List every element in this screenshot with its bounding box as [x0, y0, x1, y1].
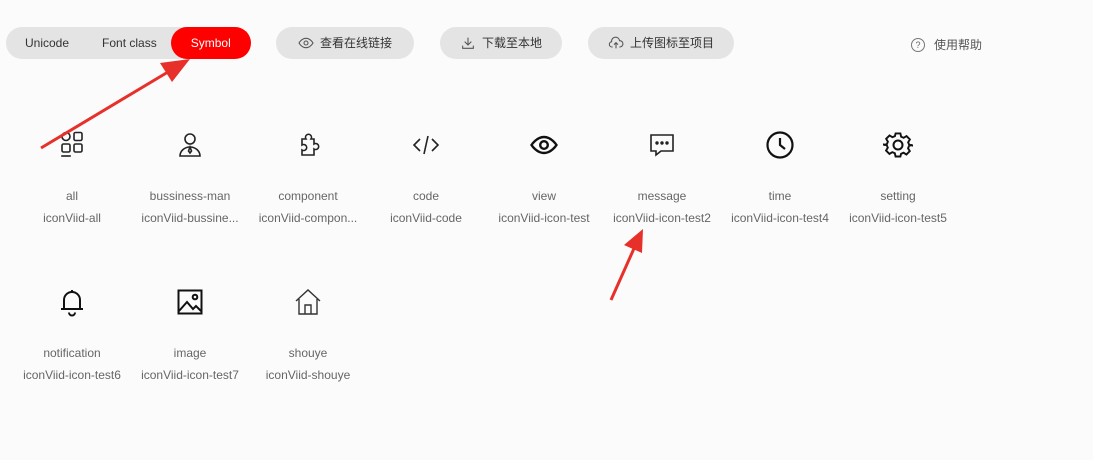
icon-item-time[interactable]: time iconViid-icon-test4 — [721, 127, 839, 225]
icon-code: iconViid-icon-test6 — [23, 368, 121, 382]
message-icon — [650, 134, 674, 157]
icon-name: setting — [880, 189, 916, 203]
icon-font-page: Unicode Font class Symbol 查看在线链接 下载至本地 上… — [0, 0, 1093, 460]
tab-symbol[interactable]: Symbol — [170, 27, 251, 59]
annotation-arrows — [40, 59, 643, 301]
tab-unicode[interactable]: Unicode — [6, 27, 88, 59]
clock-icon — [766, 131, 794, 159]
annotation-arrow-message — [609, 229, 643, 301]
icon-name: time — [768, 189, 792, 203]
icon-code: iconViid-code — [390, 211, 462, 225]
image-icon — [177, 289, 203, 315]
icon-code: iconViid-shouye — [265, 368, 351, 382]
icon-name: view — [531, 189, 556, 203]
help-circle-icon: ? — [911, 37, 925, 52]
business-man-icon — [179, 133, 201, 157]
icon-item-component[interactable]: component iconViid-compon... — [249, 127, 367, 225]
icon-code: iconViid-icon-test7 — [141, 368, 239, 382]
view-online-link-button[interactable]: 查看在线链接 — [276, 27, 414, 59]
icon-item-all[interactable]: all iconViid-all — [13, 127, 131, 225]
tab-font-class[interactable]: Font class — [88, 27, 171, 59]
icon-item-image[interactable]: image iconViid-icon-test7 — [131, 284, 249, 382]
gear-icon — [883, 132, 913, 158]
icon-name: message — [637, 189, 687, 203]
icon-name: code — [412, 189, 440, 203]
icon-name: bussiness-man — [149, 189, 231, 203]
eye-icon — [530, 135, 558, 155]
icon-name: component — [278, 189, 338, 203]
icon-item-view[interactable]: view iconViid-icon-test — [485, 127, 603, 225]
icon-code: iconViid-bussine... — [141, 211, 239, 225]
cloud-upload-icon — [608, 36, 624, 49]
format-tabs: Unicode Font class Symbol — [6, 27, 251, 59]
download-icon — [462, 37, 474, 49]
upload-label: 上传图标至项目 — [629, 36, 714, 50]
icon-code: iconViid-icon-test5 — [849, 211, 947, 225]
code-icon — [412, 135, 440, 155]
upload-button[interactable]: 上传图标至项目 — [588, 27, 734, 59]
download-button[interactable]: 下载至本地 — [440, 27, 562, 59]
help-link[interactable]: ? 使用帮助 — [911, 36, 982, 53]
bell-icon — [61, 290, 83, 317]
icon-code: iconViid-all — [43, 211, 101, 225]
view-online-label: 查看在线链接 — [319, 36, 392, 50]
grid-icon — [61, 131, 83, 157]
icon-item-bussiness-man[interactable]: bussiness-man iconViid-bussine... — [131, 127, 249, 225]
download-label: 下载至本地 — [481, 36, 542, 50]
icon-name: shouye — [288, 346, 328, 360]
home-icon — [295, 289, 321, 315]
puzzle-icon — [301, 133, 320, 156]
icon-code: iconViid-icon-test — [498, 211, 590, 225]
icon-item-code[interactable]: code iconViid-code — [367, 127, 485, 225]
help-label: 使用帮助 — [934, 38, 983, 52]
icon-code: iconViid-icon-test2 — [613, 211, 711, 225]
icon-name: all — [65, 189, 78, 203]
icon-item-shouye[interactable]: shouye iconViid-shouye — [249, 284, 367, 382]
icon-name: image — [173, 346, 207, 360]
eye-icon — [298, 37, 314, 49]
icon-code: iconViid-icon-test4 — [731, 211, 829, 225]
icon-item-setting[interactable]: setting iconViid-icon-test5 — [839, 127, 957, 225]
icon-item-message[interactable]: message iconViid-icon-test2 — [603, 127, 721, 225]
icon-item-notification[interactable]: notification iconViid-icon-test6 — [13, 284, 131, 382]
icon-code: iconViid-compon... — [258, 211, 358, 225]
icon-name: notification — [43, 346, 101, 360]
